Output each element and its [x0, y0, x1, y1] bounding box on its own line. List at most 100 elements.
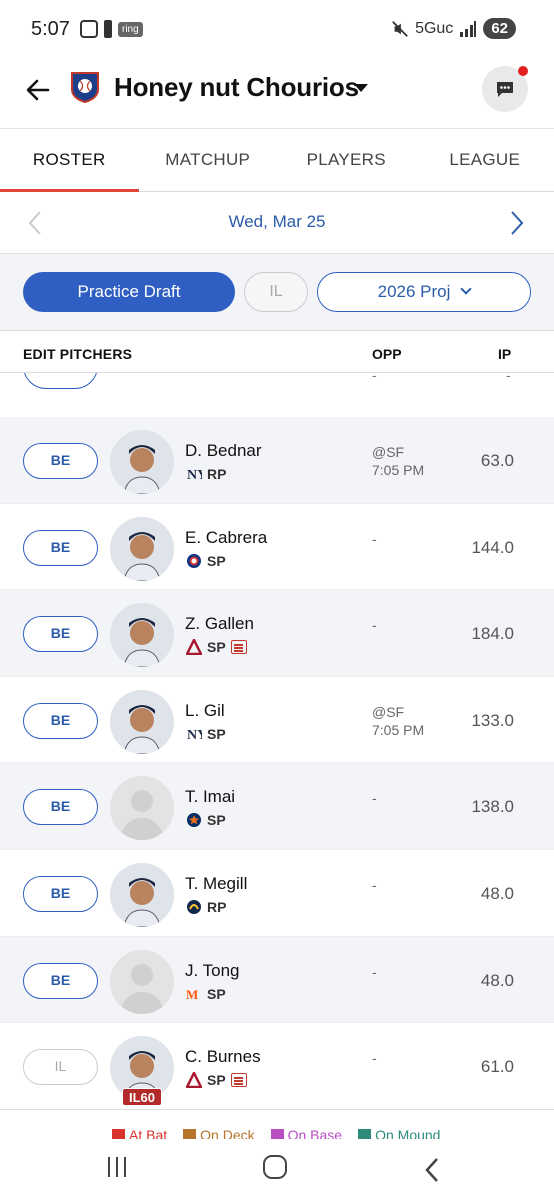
opponent-info: - — [372, 876, 377, 894]
player-meta: NY RP — [186, 466, 226, 482]
recent-apps-icon[interactable] — [108, 1157, 126, 1177]
player-name[interactable]: L. Gil — [185, 701, 225, 721]
game-time: 7:05 PM — [372, 721, 425, 738]
player-position: SP — [207, 1072, 226, 1089]
slot-button[interactable]: IL — [23, 1049, 98, 1086]
player-avatar[interactable] — [110, 516, 174, 581]
chevron-down-icon[interactable] — [354, 84, 368, 92]
ip-value: 138.0 — [471, 797, 514, 817]
current-date[interactable]: Wed, Mar 25 — [0, 212, 554, 232]
chat-icon — [497, 82, 513, 97]
player-avatar[interactable] — [110, 949, 174, 1014]
player-meta: SP — [186, 1072, 247, 1089]
slot-button[interactable]: BE — [23, 876, 98, 912]
chevron-down-icon — [460, 283, 473, 295]
ip-value: - — [506, 373, 511, 383]
player-position: RP — [207, 466, 227, 482]
projection-dropdown[interactable]: 2026 Proj — [317, 272, 531, 312]
player-name[interactable]: C. Burnes — [185, 1047, 261, 1067]
slot-button[interactable] — [23, 373, 98, 389]
projection-label: 2026 Proj — [377, 282, 451, 301]
player-name[interactable]: D. Bednar — [185, 441, 262, 461]
table-row[interactable]: BE E. Cabrera SP - 144.0 — [0, 504, 554, 591]
slot-button[interactable]: BE — [23, 702, 98, 739]
notification-dot — [518, 66, 528, 76]
back-icon[interactable] — [424, 1157, 440, 1183]
status-time: 5:07 — [31, 18, 70, 40]
player-meta: NY SP — [186, 726, 226, 742]
il-filter-button[interactable]: IL — [244, 272, 308, 312]
player-list[interactable]: - - BED. BednarNYRP@SF7:05 PM63.0BEE. Ca… — [0, 373, 554, 1109]
player-meta: RP — [186, 899, 226, 915]
opp-column-header: OPP — [372, 346, 402, 362]
back-arrow-icon[interactable] — [24, 76, 52, 104]
tab-matchup[interactable]: MATCHUP — [139, 129, 278, 191]
yankees-logo-icon: NY — [186, 726, 202, 742]
app-header: Honey nut Chourios — [0, 62, 554, 128]
slot-button[interactable]: BE — [23, 443, 98, 479]
team-name[interactable]: Honey nut Chourios — [114, 72, 359, 103]
opponent-line: - — [372, 790, 377, 807]
tab-league[interactable]: LEAGUE — [416, 129, 554, 191]
date-selector: Wed, Mar 25 — [0, 192, 554, 254]
chat-button[interactable] — [482, 66, 528, 112]
opponent-line: - — [372, 1050, 377, 1067]
ip-value: 48.0 — [480, 884, 514, 903]
player-position: RP — [207, 899, 227, 915]
home-icon[interactable] — [263, 1155, 287, 1179]
network-label: 5Guc — [415, 19, 454, 37]
player-avatar[interactable] — [110, 430, 174, 494]
slot-button[interactable]: BE — [23, 962, 98, 999]
ip-value: 144.0 — [471, 537, 514, 557]
table-row[interactable]: BE T. Imai SP - 138.0 — [0, 763, 554, 850]
legend-swatch — [112, 1128, 125, 1139]
opponent-info: - — [372, 789, 377, 807]
chevron-right-icon[interactable] — [510, 210, 524, 236]
team-logo — [71, 72, 99, 104]
slot-button[interactable]: BE — [23, 529, 98, 566]
table-row[interactable]: IL IL60 C. Burnes SP - 61.0 — [0, 1023, 554, 1109]
slot-button[interactable]: BE — [23, 789, 98, 826]
table-row[interactable]: BE Z. Gallen SP - 184.0 — [0, 590, 554, 677]
edit-pitchers-label[interactable]: EDIT PITCHERS — [23, 346, 132, 362]
ring-icon: ring — [118, 21, 143, 37]
diamondbacks-logo-icon — [186, 639, 202, 656]
legend-label: At Bat — [129, 1127, 168, 1139]
table-row[interactable]: BE D. Bednar NY RP @SF 7:05 PM 63.0 — [0, 417, 554, 504]
tab-roster[interactable]: ROSTER — [0, 129, 139, 192]
practice-draft-button[interactable]: Practice Draft — [23, 272, 235, 312]
ip-value: 63.0 — [480, 451, 514, 470]
brewers-logo-icon — [186, 899, 202, 915]
opp-value: - — [372, 373, 377, 383]
news-icon[interactable] — [230, 1073, 247, 1088]
news-icon[interactable] — [230, 640, 247, 655]
table-row[interactable]: BE T. Megill RP - 48.0 — [0, 850, 554, 937]
player-name[interactable]: Z. Gallen — [185, 614, 254, 634]
table-row[interactable]: BE L. Gil NY SP @SF7:05 PM 133.0 — [0, 677, 554, 764]
tab-players[interactable]: PLAYERS — [277, 129, 416, 191]
legend-items: At Bat On Deck On Base On Mound — [112, 1127, 440, 1139]
opponent-info: @SF 7:05 PM — [372, 703, 424, 739]
player-name[interactable]: T. Imai — [185, 787, 235, 807]
injury-badge: IL60 — [122, 1088, 162, 1107]
player-name[interactable]: E. Cabrera — [185, 528, 267, 548]
player-avatar[interactable] — [110, 603, 174, 668]
table-row[interactable]: BE J. Tong M SP - 48.0 — [0, 936, 554, 1024]
player-name[interactable]: J. Tong — [185, 961, 240, 981]
legend-label: On Deck — [200, 1127, 255, 1139]
player-name[interactable]: T. Megill — [185, 874, 247, 894]
player-meta: SP — [186, 812, 226, 828]
svg-text:M: M — [186, 987, 198, 1002]
opponent-info: @SF 7:05 PM — [372, 443, 424, 479]
system-nav-bar — [0, 1139, 554, 1200]
table-header: EDIT PITCHERS OPP IP — [0, 331, 554, 373]
player-avatar[interactable] — [110, 776, 174, 841]
slot-button[interactable]: BE — [23, 616, 98, 653]
player-avatar[interactable] — [110, 863, 174, 927]
astros-logo-icon — [186, 812, 202, 828]
ip-column-header[interactable]: IP — [498, 346, 511, 362]
player-avatar[interactable] — [110, 689, 174, 754]
player-position: SP — [207, 552, 226, 569]
opponent-line: - — [372, 963, 377, 980]
player-meta: SP — [186, 553, 226, 569]
